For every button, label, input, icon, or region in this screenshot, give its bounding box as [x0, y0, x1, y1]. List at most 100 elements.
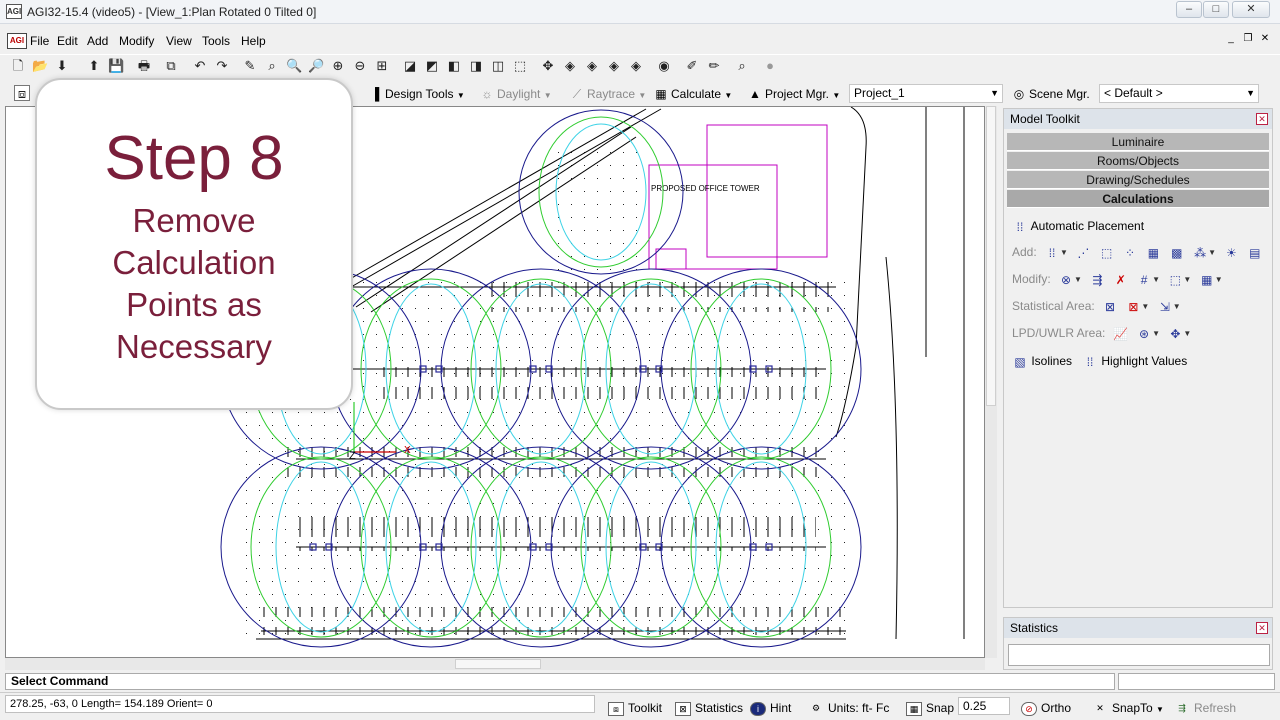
stat-area-modify-icon[interactable]: ⇲ — [1157, 299, 1173, 315]
project-mgr-button[interactable]: ▲ Project Mgr. ▼ — [748, 85, 840, 103]
modify-boundary-icon[interactable]: ⬚ — [1167, 272, 1183, 288]
add-grid-icon[interactable]: ⁞⁞ — [1044, 245, 1060, 261]
snap-value-field[interactable]: 0.25 — [958, 697, 1010, 715]
lpd-area-icon[interactable]: ⊛ — [1136, 326, 1152, 342]
close-window-button[interactable]: ✕ — [1232, 1, 1270, 18]
calculate-button[interactable]: ▦ Calculate ▼ — [654, 85, 732, 103]
design-tools-button[interactable]: ▐ Design Tools ▼ — [368, 85, 465, 103]
command-aux-field[interactable] — [1118, 673, 1275, 690]
new-file-icon[interactable]: 🗋 — [10, 58, 26, 74]
orbit-icon[interactable]: ✥ — [540, 58, 556, 74]
modify-points-icon[interactable]: ⊗ — [1058, 272, 1074, 288]
proposed-office-tower[interactable] — [648, 124, 828, 270]
zoom-previous-icon[interactable]: ⊖ — [352, 58, 368, 74]
highlight-pen-icon[interactable]: ✏ — [706, 58, 722, 74]
stop-icon[interactable]: ● — [762, 58, 778, 74]
pencil-icon[interactable]: ✎ — [242, 58, 258, 74]
lpd-modify-icon[interactable]: ✥ — [1167, 326, 1183, 342]
modify-spacing-icon[interactable]: # — [1136, 272, 1152, 288]
zoom-out-icon[interactable]: 🔎 — [308, 58, 324, 74]
add-points-icon[interactable]: ⁘ — [1122, 245, 1138, 261]
menu-add[interactable]: Add — [87, 34, 108, 48]
isolines-button[interactable]: ▧ Isolines — [1012, 354, 1072, 369]
daylight-button[interactable]: ☼ Daylight ▼ — [480, 85, 552, 103]
undo-icon[interactable]: ↶ — [192, 58, 208, 74]
horizontal-scrollbar[interactable] — [5, 658, 985, 670]
view-iso-icon[interactable]: ◨ — [468, 58, 484, 74]
calc-point-grid-upper[interactable] — [546, 147, 646, 287]
zoom-window-icon[interactable]: ⌕ — [264, 58, 280, 74]
model-toolkit-close-icon[interactable]: ✕ — [1256, 113, 1268, 125]
edit-note-icon[interactable]: ✐ — [684, 58, 700, 74]
statistics-close-icon[interactable]: ✕ — [1256, 622, 1268, 634]
menu-edit[interactable]: Edit — [57, 34, 78, 48]
save-icon[interactable]: 💾 — [108, 58, 124, 74]
modify-grid-icon[interactable]: ▦ — [1199, 272, 1215, 288]
add-object-grid-icon[interactable]: ▦ — [1145, 245, 1161, 261]
project-select[interactable]: Project_1 ▼ — [849, 84, 1003, 103]
mdi-restore-button[interactable]: ❐ — [1241, 33, 1255, 46]
lpd-chart-icon[interactable]: 📈 — [1113, 326, 1129, 342]
maximize-button[interactable]: □ — [1203, 1, 1229, 18]
command-prompt[interactable]: Select Command — [5, 673, 1115, 690]
menu-view[interactable]: View — [166, 34, 192, 48]
view-front-icon[interactable]: ◩ — [424, 58, 440, 74]
stat-area-remove-icon[interactable]: ⊠ — [1125, 299, 1141, 315]
rotate-right-icon[interactable]: ◈ — [584, 58, 600, 74]
add-polygon-icon[interactable]: ⬚ — [1099, 245, 1115, 261]
zoom-in-icon[interactable]: 🔍 — [286, 58, 302, 74]
remove-points-icon[interactable]: ✗ — [1113, 272, 1129, 288]
mdi-minimize-button[interactable]: _ — [1224, 33, 1238, 46]
category-luminaire[interactable]: Luminaire — [1007, 133, 1269, 151]
help-search-icon[interactable]: ⌕ — [734, 58, 750, 74]
automatic-placement-button[interactable]: ⁞⁞ Automatic Placement — [1012, 216, 1144, 236]
menu-tools[interactable]: Tools — [202, 34, 230, 48]
print-icon[interactable]: 🖶 — [136, 58, 152, 74]
model-mode-icon[interactable]: ⧈ — [14, 85, 30, 101]
stat-area-add-icon[interactable]: ⊠ — [1102, 299, 1118, 315]
minimize-button[interactable]: – — [1176, 1, 1202, 18]
redo-icon[interactable]: ↷ — [214, 58, 230, 74]
mdi-close-button[interactable]: ✕ — [1258, 33, 1272, 46]
menu-file[interactable]: File — [30, 34, 49, 48]
camera-icon[interactable]: ⬚ — [512, 58, 528, 74]
horizontal-scroll-thumb[interactable] — [455, 659, 541, 669]
add-daylight-icon[interactable]: ☀ — [1223, 245, 1239, 261]
raytrace-button[interactable]: ⟋ Raytrace ▼ — [570, 85, 647, 103]
rotate-down-icon[interactable]: ◈ — [628, 58, 644, 74]
add-line-icon[interactable]: ⋰ — [1075, 245, 1091, 261]
scene-select[interactable]: < Default > ▼ — [1099, 84, 1259, 103]
category-calculations[interactable]: Calculations — [1007, 190, 1269, 208]
snap-toggle[interactable]: ▦ Snap — [906, 698, 954, 718]
view-side-icon[interactable]: ◧ — [446, 58, 462, 74]
zoom-all-icon[interactable]: ⊞ — [374, 58, 390, 74]
scene-mgr-button[interactable]: ◎ Scene Mgr. — [1012, 85, 1090, 103]
refresh-button[interactable]: ⇶ Refresh — [1174, 698, 1236, 718]
menu-help[interactable]: Help — [241, 34, 266, 48]
copy-icon[interactable]: ⧉ — [163, 58, 179, 74]
modify-move-icon[interactable]: ⇶ — [1089, 272, 1105, 288]
highlight-values-button[interactable]: ⁞⁞ Highlight Values — [1082, 354, 1188, 369]
category-rooms-objects[interactable]: Rooms/Objects — [1007, 152, 1269, 170]
units-setting[interactable]: ⚙ Units: ft- Fc — [808, 698, 889, 718]
add-schedule-icon[interactable]: ▤ — [1247, 245, 1263, 261]
menu-modify[interactable]: Modify — [119, 34, 154, 48]
hint-toggle[interactable]: i Hint — [750, 698, 791, 718]
toolkit-toggle[interactable]: ⧈ Toolkit — [608, 698, 662, 718]
statistics-toggle[interactable]: ⊠ Statistics — [675, 698, 743, 718]
document-icon[interactable]: AGI — [7, 33, 27, 49]
view-plan-icon[interactable]: ◪ — [402, 58, 418, 74]
render-icon[interactable]: ◉ — [656, 58, 672, 74]
add-scatter-icon[interactable]: ⁂ — [1192, 245, 1208, 261]
vertical-scrollbar[interactable] — [985, 106, 997, 658]
rotate-left-icon[interactable]: ◈ — [562, 58, 578, 74]
open-folder-icon[interactable]: 📂 — [32, 58, 48, 74]
rotate-up-icon[interactable]: ◈ — [606, 58, 622, 74]
export-icon[interactable]: ⬆ — [86, 58, 102, 74]
category-drawing-schedules[interactable]: Drawing/Schedules — [1007, 171, 1269, 189]
add-roadway-icon[interactable]: ▩ — [1169, 245, 1185, 261]
snapto-toggle[interactable]: ✕ SnapTo ▼ — [1092, 698, 1164, 718]
view-3d-icon[interactable]: ◫ — [490, 58, 506, 74]
import-icon[interactable]: ⬇ — [54, 58, 70, 74]
zoom-extents-icon[interactable]: ⊕ — [330, 58, 346, 74]
